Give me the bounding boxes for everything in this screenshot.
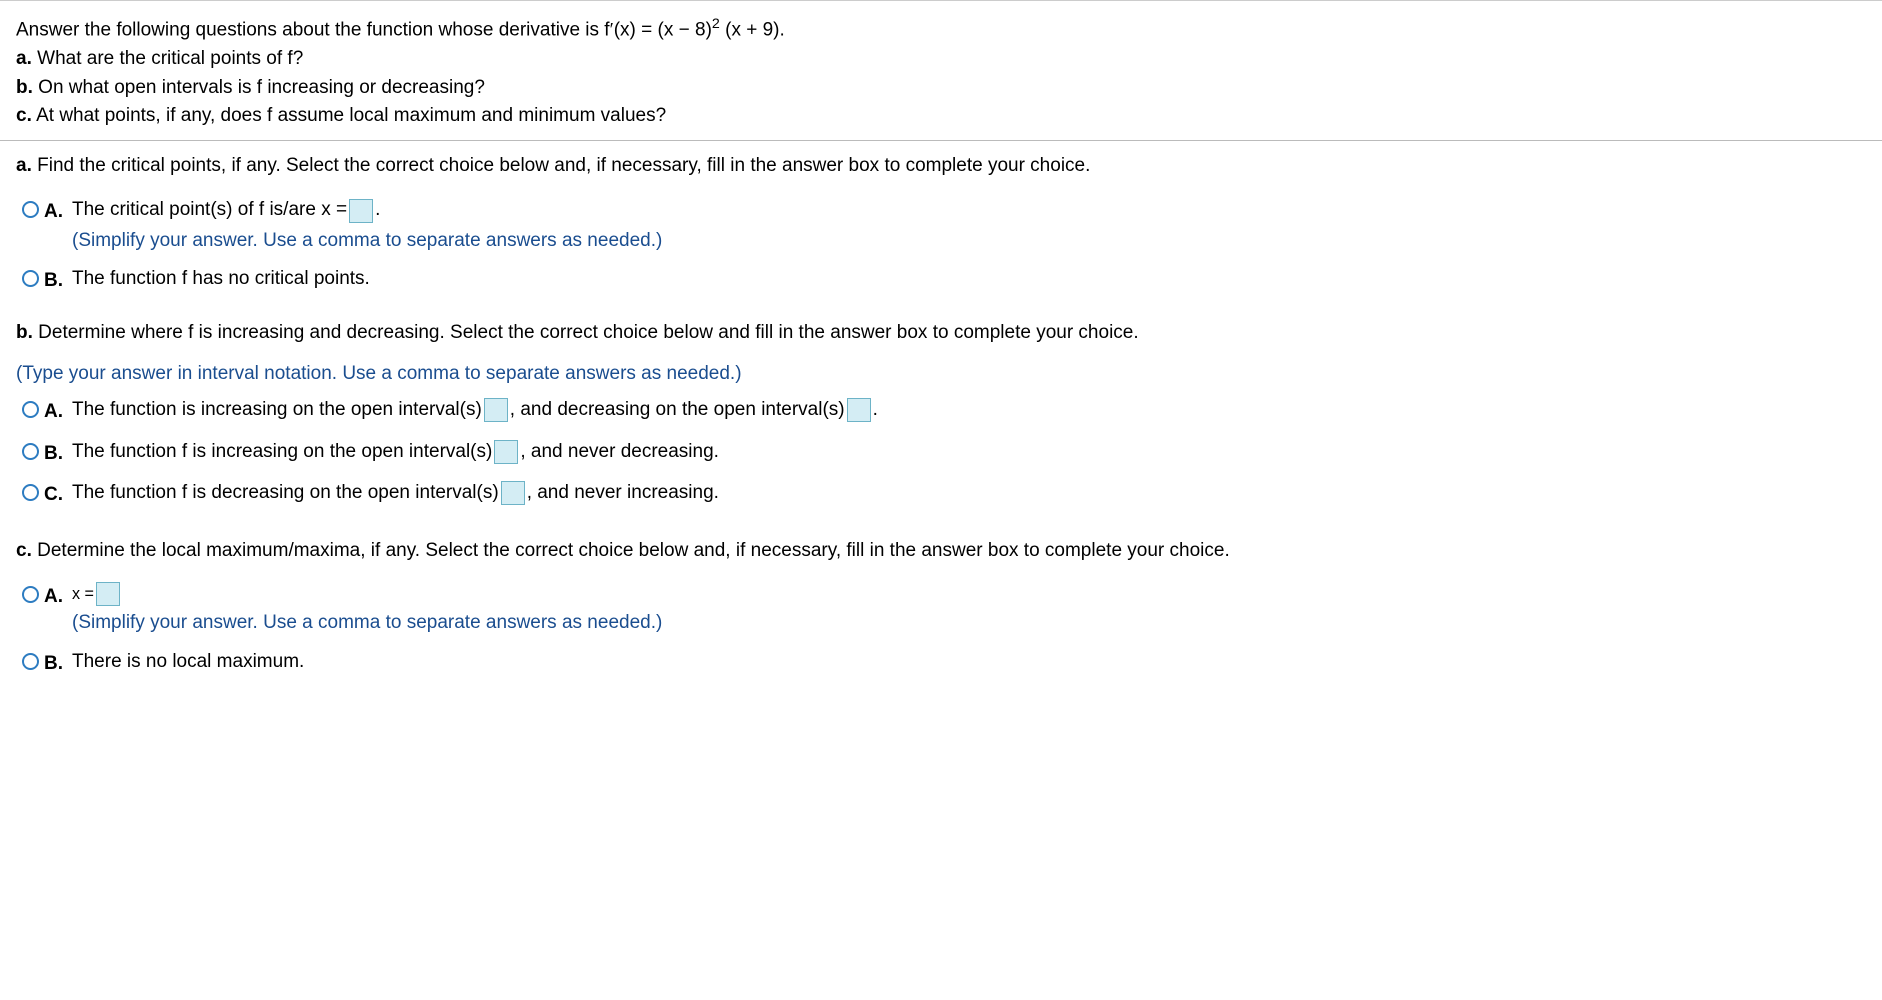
main-question: Answer the following questions about the…	[16, 15, 1866, 44]
part-c-label: c.	[16, 540, 32, 561]
main-question-text-1: Answer the following questions about the…	[16, 19, 610, 40]
option-text: The function f is decreasing on the open…	[72, 480, 1866, 507]
seg1: The function f is decreasing on the open…	[72, 480, 499, 507]
sub-question-a: a. What are the critical points of f?	[16, 46, 1866, 73]
radio-button[interactable]	[22, 484, 39, 501]
seg1: The function is increasing on the open i…	[72, 397, 482, 424]
radio-wrap	[16, 480, 44, 501]
opt-text-after: .	[375, 197, 380, 224]
part-b-label: b.	[16, 322, 33, 343]
seg3: .	[873, 397, 878, 424]
radio-button[interactable]	[22, 270, 39, 287]
sub-b-label: b.	[16, 77, 33, 98]
radio-button[interactable]	[22, 653, 39, 670]
option-letter: C.	[44, 480, 72, 510]
opt-text-before: The function f has no critical points.	[72, 268, 370, 289]
part-b-prompt-text: Determine where f is increasing and decr…	[33, 322, 1139, 343]
answer-input-box[interactable]	[847, 398, 871, 422]
part-c-option-b: B. There is no local maximum.	[16, 649, 1866, 679]
radio-wrap	[16, 582, 44, 603]
option-letter: B.	[44, 266, 72, 296]
question-header: Answer the following questions about the…	[0, 1, 1882, 141]
radio-wrap	[16, 197, 44, 218]
part-b-prompt: b. Determine where f is increasing and d…	[16, 320, 1866, 347]
part-b-option-b: B. The function f is increasing on the o…	[16, 439, 1866, 469]
answer-input-box[interactable]	[349, 199, 373, 223]
seg2: , and decreasing on the open interval(s)	[510, 397, 845, 424]
answer-input-box[interactable]	[494, 440, 518, 464]
seg2: , and never decreasing.	[520, 439, 719, 466]
opt-text-before: The critical point(s) of f is/are x =	[72, 197, 347, 224]
seg1: The function f is increasing on the open…	[72, 439, 492, 466]
option-letter: A.	[44, 197, 72, 227]
exponent: 2	[712, 16, 720, 32]
answer-input-box[interactable]	[96, 582, 120, 606]
option-letter: B.	[44, 439, 72, 469]
part-b-hint: (Type your answer in interval notation. …	[16, 361, 1866, 388]
radio-button[interactable]	[22, 401, 39, 418]
part-b-option-a: A. The function is increasing on the ope…	[16, 397, 1866, 427]
option-text: The function f has no critical points.	[72, 266, 1866, 293]
radio-wrap	[16, 649, 44, 670]
option-letter: A.	[44, 397, 72, 427]
main-question-text-2: (x) = (x − 8)	[614, 19, 712, 40]
question-container: Answer the following questions about the…	[0, 0, 1882, 696]
part-a-option-b: B. The function f has no critical points…	[16, 266, 1866, 296]
main-question-text-3: (x + 9).	[720, 19, 785, 40]
sub-c-label: c.	[16, 105, 32, 126]
part-a-option-a: A. The critical point(s) of f is/are x =…	[16, 197, 1866, 254]
option-hint: (Simplify your answer. Use a comma to se…	[72, 610, 1866, 637]
part-c-prompt: c. Determine the local maximum/maxima, i…	[16, 538, 1866, 565]
opt-text-before: There is no local maximum.	[72, 651, 304, 672]
opt-text-before: x =	[72, 583, 94, 606]
radio-button[interactable]	[22, 586, 39, 603]
sub-b-text: On what open intervals is f increasing o…	[33, 77, 485, 98]
sub-c-text: At what points, if any, does f assume lo…	[32, 105, 666, 126]
part-b-section: b. Determine where f is increasing and d…	[0, 314, 1882, 532]
part-a-section: a. Find the critical points, if any. Sel…	[0, 141, 1882, 314]
radio-button[interactable]	[22, 443, 39, 460]
option-hint: (Simplify your answer. Use a comma to se…	[72, 228, 1866, 255]
part-c-section: c. Determine the local maximum/maxima, i…	[0, 532, 1882, 697]
part-c-prompt-text: Determine the local maximum/maxima, if a…	[32, 540, 1230, 561]
sub-question-b: b. On what open intervals is f increasin…	[16, 75, 1866, 102]
radio-wrap	[16, 397, 44, 418]
sub-question-c: c. At what points, if any, does f assume…	[16, 103, 1866, 130]
option-text: x = (Simplify your answer. Use a comma t…	[72, 582, 1866, 637]
part-c-option-a: A. x = (Simplify your answer. Use a comm…	[16, 582, 1866, 637]
option-text-line: x =	[72, 582, 1866, 606]
part-a-label: a.	[16, 155, 32, 176]
part-a-prompt-text: Find the critical points, if any. Select…	[32, 155, 1091, 176]
option-letter: B.	[44, 649, 72, 679]
radio-wrap	[16, 266, 44, 287]
option-text: The function is increasing on the open i…	[72, 397, 1866, 424]
radio-button[interactable]	[22, 201, 39, 218]
sub-a-label: a.	[16, 48, 32, 69]
option-text: There is no local maximum.	[72, 649, 1866, 676]
seg2: , and never increasing.	[527, 480, 719, 507]
option-text-line: The critical point(s) of f is/are x = .	[72, 197, 1866, 224]
option-letter: A.	[44, 582, 72, 612]
radio-wrap	[16, 439, 44, 460]
option-text: The function f is increasing on the open…	[72, 439, 1866, 466]
part-a-prompt: a. Find the critical points, if any. Sel…	[16, 153, 1866, 180]
answer-input-box[interactable]	[484, 398, 508, 422]
part-b-option-c: C. The function f is decreasing on the o…	[16, 480, 1866, 510]
answer-input-box[interactable]	[501, 481, 525, 505]
sub-a-text: What are the critical points of f?	[32, 48, 303, 69]
option-text: The critical point(s) of f is/are x = . …	[72, 197, 1866, 254]
